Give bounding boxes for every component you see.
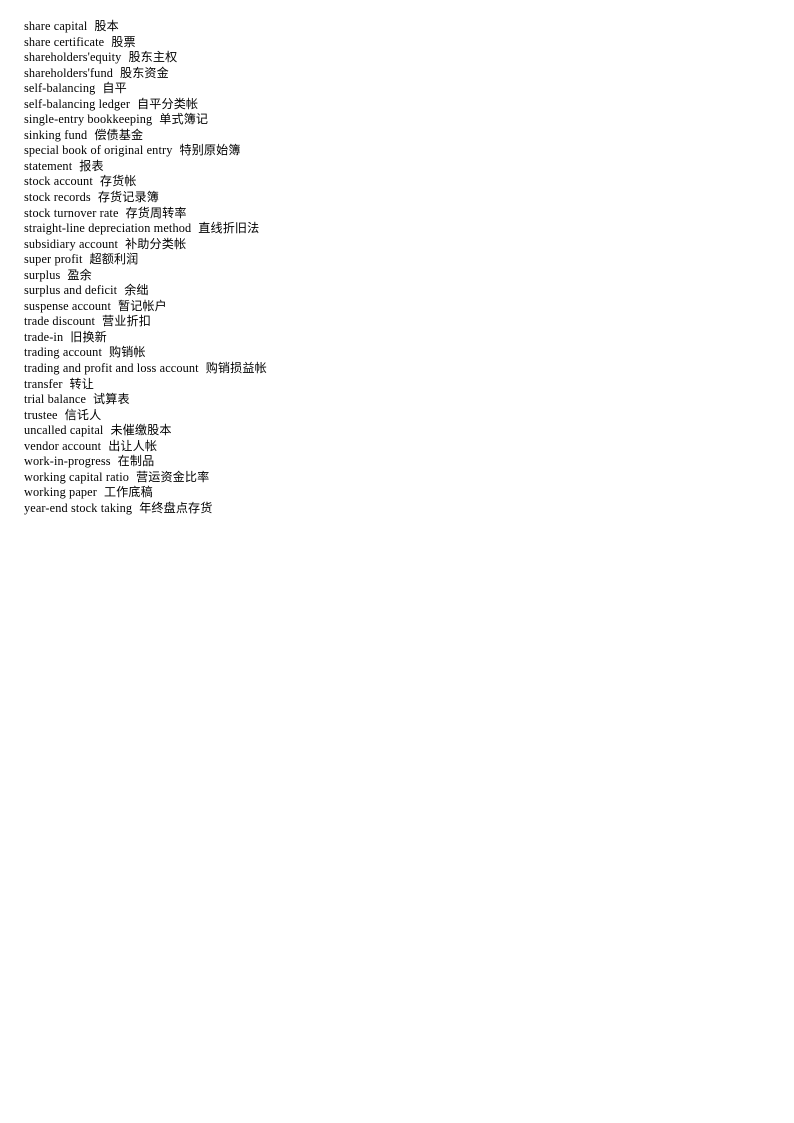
glossary-term-english: share certificate	[24, 34, 105, 49]
glossary-entry: subsidiary account 补助分类帐	[24, 237, 744, 253]
glossary-gloss-chinese: 超额利润	[89, 252, 139, 267]
glossary-gloss-chinese: 余绌	[124, 283, 149, 298]
glossary-gloss-chinese: 自平分类帐	[137, 96, 199, 111]
glossary-entry: work-in-progress 在制品	[24, 454, 744, 470]
glossary-entry: year-end stock taking 年终盘点存货	[24, 501, 744, 517]
glossary-gloss-chinese: 报表	[79, 158, 104, 173]
glossary-gloss-chinese: 出让人帐	[108, 438, 158, 453]
glossary-entry: self-balancing ledger 自平分类帐	[24, 97, 744, 113]
glossary-term-english: stock account	[24, 174, 93, 189]
document-page: share capital 股本 share certificate 股票 shareh…	[0, 0, 794, 1123]
glossary-term-english: suspense account	[24, 298, 111, 313]
glossary-term-english: subsidiary account	[24, 236, 119, 251]
glossary-entry: single-entry bookkeeping 单式簿记	[24, 112, 744, 128]
glossary-term-english: sinking fund	[24, 127, 88, 142]
glossary-term-english: uncalled capital	[24, 423, 104, 438]
glossary-gloss-chinese: 年终盘点存货	[139, 500, 213, 515]
glossary-entry: share capital 股本	[24, 19, 744, 35]
glossary-entry: shareholders'equity 股东主权	[24, 50, 744, 66]
glossary-gloss-chinese: 偿债基金	[94, 127, 144, 142]
glossary-term-english: trading and profit and loss account	[24, 361, 199, 376]
glossary-entry: surplus 盈余	[24, 268, 744, 284]
glossary-gloss-chinese: 工作底稿	[103, 485, 153, 500]
glossary-gloss-chinese: 特别原始簿	[179, 143, 241, 158]
glossary-term-english: stock records	[24, 190, 91, 205]
glossary-entry: working capital ratio 营运资金比率	[24, 470, 744, 486]
glossary-term-english: straight-line depreciation method	[24, 221, 192, 236]
glossary-entry: transfer 转让	[24, 377, 744, 393]
glossary-term-english: work-in-progress	[24, 454, 111, 469]
glossary-gloss-chinese: 股票	[111, 34, 136, 49]
glossary-term-english: surplus	[24, 267, 61, 282]
glossary-term-english: share capital	[24, 19, 88, 33]
glossary-gloss-chinese: 股东资金	[120, 65, 169, 80]
glossary-entry: uncalled capital 未催缴股本	[24, 423, 744, 439]
glossary-entry: statement 报表	[24, 159, 744, 175]
glossary-gloss-chinese: 存货记录簿	[97, 190, 159, 205]
glossary-entry: shareholders'fund 股东资金	[24, 66, 744, 82]
glossary-gloss-chinese: 旧换新	[70, 329, 107, 344]
glossary-gloss-chinese: 自平	[102, 81, 127, 96]
glossary-gloss-chinese: 购销损益帐	[205, 361, 267, 376]
glossary-entry: trade-in 旧换新	[24, 330, 744, 346]
glossary-term-english: shareholders'fund	[24, 65, 113, 80]
glossary-term-english: statement	[24, 158, 73, 173]
glossary-entry: super profit 超额利润	[24, 252, 744, 268]
glossary-gloss-chinese: 营运资金比率	[136, 469, 210, 484]
glossary-gloss-chinese: 股本	[94, 19, 119, 33]
glossary-list: share capital 股本 share certificate 股票 shareh…	[24, 19, 744, 517]
glossary-term-english: working capital ratio	[24, 469, 130, 484]
glossary-term-english: shareholders'equity	[24, 50, 122, 65]
glossary-term-english: trustee	[24, 407, 58, 422]
glossary-gloss-chinese: 未催缴股本	[110, 423, 172, 438]
glossary-gloss-chinese: 盈余	[67, 267, 92, 282]
glossary-gloss-chinese: 单式簿记	[159, 112, 209, 127]
glossary-entry: trading and profit and loss account 购销损益帐	[24, 361, 744, 377]
glossary-entry: trial balance 试算表	[24, 392, 744, 408]
glossary-term-english: surplus and deficit	[24, 283, 118, 298]
glossary-gloss-chinese: 信讬人	[64, 407, 102, 422]
glossary-gloss-chinese: 营业折扣	[102, 314, 151, 329]
glossary-entry: stock records 存货记录簿	[24, 190, 744, 206]
glossary-term-english: trade discount	[24, 314, 96, 329]
glossary-term-english: special book of original entry	[24, 143, 173, 158]
glossary-term-english: single-entry bookkeeping	[24, 112, 153, 127]
glossary-entry: self-balancing 自平	[24, 81, 744, 97]
glossary-gloss-chinese: 购销帐	[109, 345, 146, 360]
glossary-entry: stock turnover rate 存货周转率	[24, 206, 744, 222]
glossary-term-english: year-end stock taking	[24, 500, 133, 515]
glossary-gloss-chinese: 股东主权	[128, 50, 178, 65]
glossary-term-english: trade-in	[24, 329, 64, 344]
glossary-entry: surplus and deficit 余绌	[24, 283, 744, 299]
glossary-gloss-chinese: 存货帐	[99, 174, 137, 189]
glossary-gloss-chinese: 暂记帐户	[118, 298, 167, 313]
glossary-entry: trade discount 营业折扣	[24, 314, 744, 330]
glossary-gloss-chinese: 补助分类帐	[125, 236, 187, 251]
glossary-entry: stock account 存货帐	[24, 174, 744, 190]
glossary-term-english: stock turnover rate	[24, 205, 119, 220]
glossary-gloss-chinese: 直线折旧法	[198, 221, 260, 236]
glossary-entry: straight-line depreciation method 直线折旧法	[24, 221, 744, 237]
glossary-gloss-chinese: 转让	[69, 376, 94, 391]
glossary-term-english: self-balancing ledger	[24, 96, 131, 111]
glossary-term-english: self-balancing	[24, 81, 96, 96]
glossary-entry: working paper 工作底稿	[24, 485, 744, 501]
glossary-gloss-chinese: 存货周转率	[125, 205, 187, 220]
glossary-term-english: transfer	[24, 376, 63, 391]
glossary-entry: vendor account 出让人帐	[24, 439, 744, 455]
glossary-entry: trustee 信讬人	[24, 408, 744, 424]
glossary-term-english: super profit	[24, 252, 83, 267]
glossary-term-english: trial balance	[24, 392, 87, 407]
glossary-term-english: vendor account	[24, 438, 102, 453]
glossary-entry: suspense account 暂记帐户	[24, 299, 744, 315]
glossary-entry: share certificate 股票	[24, 35, 744, 51]
glossary-entry: sinking fund 偿债基金	[24, 128, 744, 144]
glossary-term-english: working paper	[24, 485, 97, 500]
glossary-gloss-chinese: 在制品	[117, 454, 155, 469]
glossary-entry: special book of original entry 特别原始簿	[24, 143, 744, 159]
glossary-term-english: trading account	[24, 345, 102, 360]
glossary-entry: trading account 购销帐	[24, 345, 744, 361]
glossary-gloss-chinese: 试算表	[93, 392, 130, 407]
